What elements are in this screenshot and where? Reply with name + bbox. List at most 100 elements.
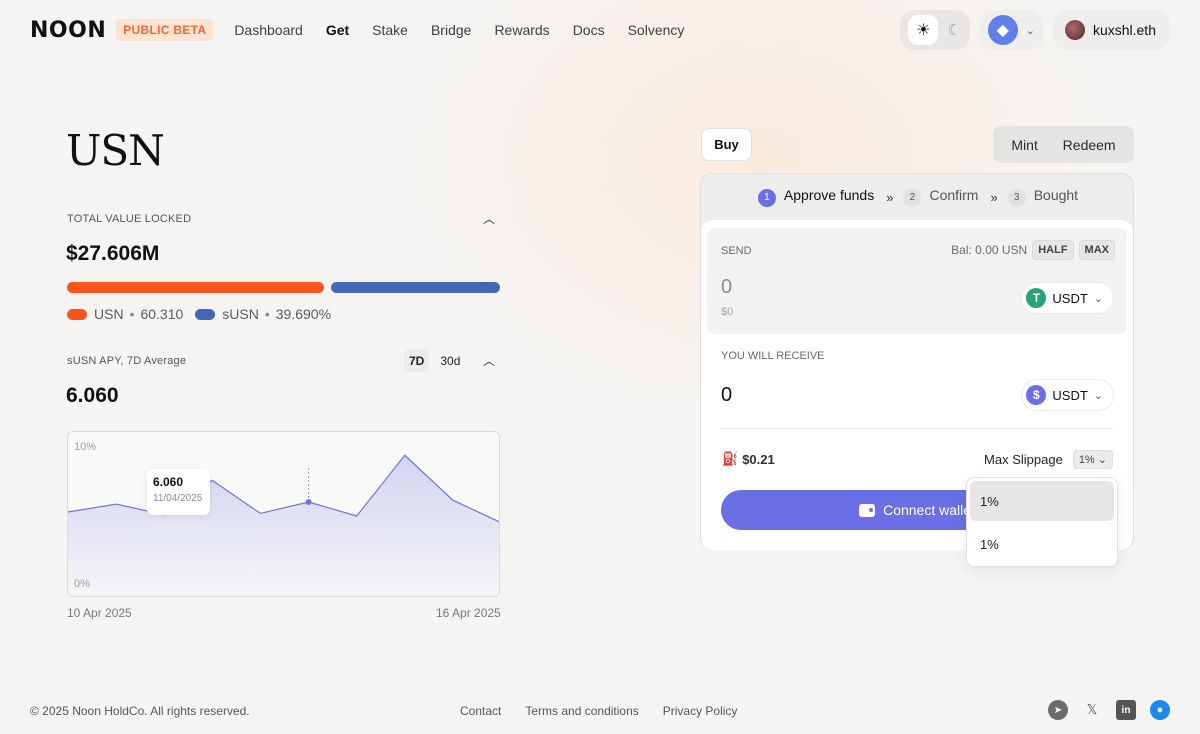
wallet-icon — [859, 503, 876, 517]
mode-tabs: Mint Redeem — [993, 126, 1134, 163]
slippage-select[interactable]: 1% ⌄ — [1072, 450, 1113, 469]
send-token-label: USDT — [1052, 290, 1088, 306]
usn-legend-label: USN — [94, 306, 124, 322]
step-bought: 3 Bought — [1007, 187, 1078, 207]
send-usd-value: $0 — [721, 306, 734, 318]
nav-dashboard[interactable]: Dashboard — [234, 22, 303, 38]
top-nav: NOON PUBLIC BETA Dashboard Get Stake Bri… — [0, 0, 1200, 60]
public-beta-badge: PUBLIC BETA — [116, 19, 214, 41]
step-number: 2 — [903, 188, 922, 207]
tvl-legend: USN • 60.310 sUSN • 39.690% — [67, 306, 331, 322]
collapse-apy-icon[interactable]: ︿ — [483, 352, 495, 369]
usn-legend-swatch — [67, 308, 87, 320]
avatar — [1064, 20, 1085, 40]
account-name: kuxshl.eth — [1092, 22, 1156, 38]
usdt-icon: $ — [1026, 385, 1047, 405]
susn-legend-swatch — [195, 308, 216, 320]
send-amount-input[interactable]: 0 — [721, 276, 732, 299]
notification-icon[interactable]: ● — [1150, 700, 1170, 720]
step-number: 3 — [1007, 188, 1026, 207]
susn-legend-value: 39.690% — [275, 306, 332, 322]
y-tick-label: 10% — [74, 441, 96, 453]
legend-bullet: • — [129, 306, 135, 322]
telegram-icon[interactable]: ➤ — [1048, 700, 1068, 720]
step-label: Approve funds — [783, 187, 875, 204]
divider — [721, 428, 1113, 429]
legend-bullet: • — [264, 306, 270, 322]
chevron-down-icon: ⌄ — [1097, 454, 1107, 466]
collapse-tvl-icon[interactable]: ︿ — [483, 210, 495, 227]
susn-share-bar — [331, 282, 500, 293]
chart-tooltip: 6.060 11/04/2025 — [147, 469, 210, 515]
apy-area-fill — [68, 455, 499, 596]
copyright: © 2025 Noon HoldCo. All rights reserved. — [30, 704, 250, 718]
receive-token-selector[interactable]: $ USDT ⌄ — [1022, 380, 1113, 410]
progress-steps: 1 Approve funds » 2 Confirm » 3 Bought — [701, 174, 1135, 220]
apy-label: sUSN APY, 7D Average — [67, 355, 187, 367]
slippage-dropdown: 1% 1% — [966, 477, 1118, 567]
send-panel: SEND Bal: 0.00 USN HALF MAX 0 $0 T USDT … — [707, 228, 1127, 334]
tvl-label: TOTAL VALUE LOCKED — [67, 213, 192, 225]
noon-logo[interactable]: NOON — [30, 18, 106, 43]
contact-link[interactable]: Contact — [460, 704, 501, 718]
buy-tab[interactable]: Buy — [701, 128, 752, 161]
nav-docs[interactable]: Docs — [573, 22, 605, 38]
tooltip-point[interactable] — [305, 499, 312, 506]
half-button[interactable]: HALF — [1032, 240, 1074, 260]
usdt-icon: T — [1026, 288, 1047, 308]
apy-chart: 10% 0% 6.060 11/04/2025 — [67, 431, 500, 597]
sun-icon[interactable]: ☀ — [908, 15, 939, 45]
account-button[interactable]: kuxshl.eth — [1052, 10, 1170, 50]
redeem-tab[interactable]: Redeem — [1063, 137, 1116, 153]
footer-links: Contact Terms and conditions Privacy Pol… — [460, 704, 737, 718]
step-confirm: 2 Confirm — [903, 187, 978, 207]
x-axis-end-label: 16 Apr 2025 — [436, 606, 501, 620]
max-button[interactable]: MAX — [1078, 240, 1115, 260]
theme-toggle[interactable]: ☀ ☾ — [899, 10, 970, 50]
tooltip-value: 6.060 — [153, 475, 184, 489]
ethereum-icon: ◆ — [987, 15, 1018, 45]
balance-row: Bal: 0.00 USN HALF MAX — [951, 240, 1115, 260]
nav-rewards[interactable]: Rewards — [494, 22, 549, 38]
nav-get[interactable]: Get — [326, 22, 349, 38]
send-token-selector[interactable]: T USDT ⌄ — [1022, 283, 1113, 313]
gas-fee: ⛽ $0.21 — [722, 451, 775, 467]
network-selector[interactable]: ◆ ⌄ — [979, 10, 1043, 50]
susn-legend-label: sUSN — [222, 306, 259, 322]
slippage-option[interactable]: 1% — [970, 524, 1114, 564]
double-chevron-icon: » — [886, 189, 893, 205]
step-approve: 1 Approve funds — [757, 187, 875, 207]
chevron-down-icon: ⌄ — [1093, 292, 1103, 305]
slippage-option[interactable]: 1% — [970, 481, 1114, 521]
apy-value: 6.060 — [66, 384, 119, 407]
x-axis-start-label: 10 Apr 2025 — [67, 606, 132, 620]
main-nav: Dashboard Get Stake Bridge Rewards Docs … — [234, 22, 707, 38]
tvl-value: $27.606M — [66, 242, 160, 265]
nav-stake[interactable]: Stake — [372, 22, 408, 38]
linkedin-icon[interactable]: in — [1116, 700, 1136, 720]
receive-amount: 0 — [721, 384, 733, 406]
chevron-down-icon: ⌄ — [1025, 24, 1035, 37]
tvl-split-bar — [67, 282, 500, 293]
tooltip-date: 11/04/2025 — [153, 493, 203, 504]
footer: © 2025 Noon HoldCo. All rights reserved.… — [0, 690, 1200, 734]
x-icon[interactable]: 𝕏 — [1082, 700, 1102, 720]
send-label: SEND — [721, 245, 752, 257]
terms-link[interactable]: Terms and conditions — [525, 704, 638, 718]
usn-legend-value: 60.310 — [140, 306, 184, 322]
connect-wallet-label: Connect wallet — [883, 502, 975, 518]
page-title: USN — [66, 126, 165, 175]
nav-bridge[interactable]: Bridge — [431, 22, 471, 38]
moon-icon[interactable]: ☾ — [948, 21, 961, 39]
range-7d-tab[interactable]: 7D — [404, 350, 430, 372]
usn-share-bar — [67, 282, 324, 293]
step-number: 1 — [757, 188, 776, 207]
privacy-link[interactable]: Privacy Policy — [663, 704, 738, 718]
social-links: ➤ 𝕏 in ● — [1048, 700, 1170, 720]
range-30d-tab[interactable]: 30d — [435, 350, 465, 372]
mint-tab[interactable]: Mint — [1011, 137, 1037, 153]
slippage-row: Max Slippage 1% ⌄ — [984, 450, 1113, 469]
gas-pump-icon: ⛽ — [722, 451, 739, 466]
nav-solvency[interactable]: Solvency — [628, 22, 685, 38]
step-label: Confirm — [929, 187, 979, 204]
